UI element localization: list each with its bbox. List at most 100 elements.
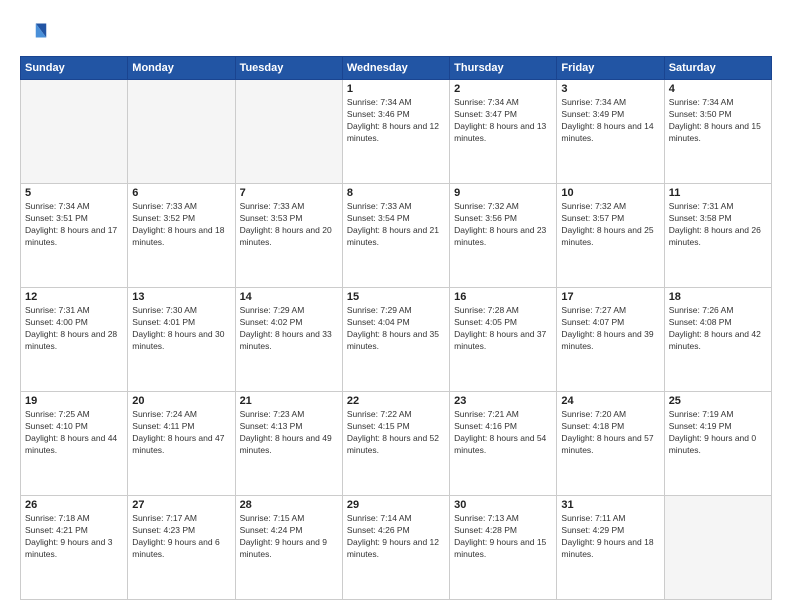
weekday-header-thursday: Thursday: [450, 57, 557, 80]
day-cell-2: 2Sunrise: 7:34 AMSunset: 3:47 PMDaylight…: [450, 80, 557, 184]
day-info: Sunrise: 7:13 AMSunset: 4:28 PMDaylight:…: [454, 513, 552, 561]
day-info: Sunrise: 7:27 AMSunset: 4:07 PMDaylight:…: [561, 305, 659, 353]
day-info: Sunrise: 7:24 AMSunset: 4:11 PMDaylight:…: [132, 409, 230, 457]
day-cell-28: 28 Sunrise: 7:15 AMSunset: 4:24 PMDayligh…: [235, 496, 342, 600]
day-info: Sunrise: 7:34 AMSunset: 3:49 PMDaylight:…: [561, 97, 659, 145]
day-info: Sunrise: 7:34 AMSunset: 3:47 PMDaylight:…: [454, 97, 552, 145]
day-number: 15: [347, 291, 445, 303]
day-cell-12: 12 Sunrise: 7:31 AMSunset: 4:00 PMDayligh…: [21, 288, 128, 392]
day-cell-empty: [235, 80, 342, 184]
day-number: 20: [132, 395, 230, 407]
calendar-table: SundayMondayTuesdayWednesdayThursdayFrid…: [20, 56, 772, 600]
day-number: 29: [347, 499, 445, 511]
day-number: 3: [561, 83, 659, 95]
day-cell-15: 15 Sunrise: 7:29 AMSunset: 4:04 PMDayligh…: [342, 288, 449, 392]
day-number: 21: [240, 395, 338, 407]
day-info: Sunrise: 7:22 AMSunset: 4:15 PMDaylight:…: [347, 409, 445, 457]
day-cell-empty: [128, 80, 235, 184]
day-info: Sunrise: 7:17 AMSunset: 4:23 PMDaylight:…: [132, 513, 230, 561]
weekday-header-wednesday: Wednesday: [342, 57, 449, 80]
day-info: Sunrise: 7:15 AMSunset: 4:24 PMDaylight:…: [240, 513, 338, 561]
day-number: 23: [454, 395, 552, 407]
day-cell-19: 19 Sunrise: 7:25 AMSunset: 4:10 PMDayligh…: [21, 392, 128, 496]
weekday-header-saturday: Saturday: [664, 57, 771, 80]
week-row-4: 26 Sunrise: 7:18 AMSunset: 4:21 PMDayligh…: [21, 496, 772, 600]
day-number: 4: [669, 83, 767, 95]
week-row-0: 1 Sunrise: 7:34 AMSunset: 3:46 PMDaylight…: [21, 80, 772, 184]
day-info: Sunrise: 7:28 AMSunset: 4:05 PMDaylight:…: [454, 305, 552, 353]
day-info: Sunrise: 7:29 AMSunset: 4:04 PMDaylight:…: [347, 305, 445, 353]
day-info: Sunrise: 7:32 AMSunset: 3:57 PMDaylight:…: [561, 201, 659, 249]
day-number: 27: [132, 499, 230, 511]
day-cell-23: 23 Sunrise: 7:21 AMSunset: 4:16 PMDayligh…: [450, 392, 557, 496]
day-info: Sunrise: 7:34 AMSunset: 3:51 PMDaylight:…: [25, 201, 123, 249]
day-cell-17: 17 Sunrise: 7:27 AMSunset: 4:07 PMDayligh…: [557, 288, 664, 392]
day-info: Sunrise: 7:33 AMSunset: 3:54 PMDaylight:…: [347, 201, 445, 249]
weekday-header-tuesday: Tuesday: [235, 57, 342, 80]
day-number: 8: [347, 187, 445, 199]
day-number: 17: [561, 291, 659, 303]
logo: [20, 20, 52, 48]
day-number: 5: [25, 187, 123, 199]
day-number: 31: [561, 499, 659, 511]
day-info: Sunrise: 7:34 AMSunset: 3:46 PMDaylight:…: [347, 97, 445, 145]
header: [20, 16, 772, 48]
day-cell-30: 30 Sunrise: 7:13 AMSunset: 4:28 PMDayligh…: [450, 496, 557, 600]
day-cell-31: 31 Sunrise: 7:11 AMSunset: 4:29 PMDayligh…: [557, 496, 664, 600]
day-number: 1: [347, 83, 445, 95]
day-number: 24: [561, 395, 659, 407]
page: SundayMondayTuesdayWednesdayThursdayFrid…: [0, 0, 792, 612]
day-info: Sunrise: 7:25 AMSunset: 4:10 PMDaylight:…: [25, 409, 123, 457]
weekday-header-sunday: Sunday: [21, 57, 128, 80]
day-info: Sunrise: 7:18 AMSunset: 4:21 PMDaylight:…: [25, 513, 123, 561]
day-info: Sunrise: 7:20 AMSunset: 4:18 PMDaylight:…: [561, 409, 659, 457]
logo-icon: [20, 20, 48, 48]
day-number: 11: [669, 187, 767, 199]
day-cell-6: 6Sunrise: 7:33 AMSunset: 3:52 PMDaylight…: [128, 184, 235, 288]
day-number: 9: [454, 187, 552, 199]
day-number: 22: [347, 395, 445, 407]
day-cell-13: 13 Sunrise: 7:30 AMSunset: 4:01 PMDayligh…: [128, 288, 235, 392]
day-cell-empty: [21, 80, 128, 184]
day-cell-21: 21Sunrise: 7:23 AMSunset: 4:13 PMDayligh…: [235, 392, 342, 496]
day-number: 19: [25, 395, 123, 407]
day-number: 7: [240, 187, 338, 199]
day-cell-24: 24 Sunrise: 7:20 AMSunset: 4:18 PMDayligh…: [557, 392, 664, 496]
day-number: 30: [454, 499, 552, 511]
day-cell-8: 8 Sunrise: 7:33 AMSunset: 3:54 PMDaylight…: [342, 184, 449, 288]
day-cell-20: 20 Sunrise: 7:24 AMSunset: 4:11 PMDayligh…: [128, 392, 235, 496]
day-info: Sunrise: 7:33 AMSunset: 3:53 PMDaylight:…: [240, 201, 338, 249]
day-number: 26: [25, 499, 123, 511]
day-info: Sunrise: 7:14 AMSunset: 4:26 PMDaylight:…: [347, 513, 445, 561]
week-row-2: 12 Sunrise: 7:31 AMSunset: 4:00 PMDayligh…: [21, 288, 772, 392]
day-info: Sunrise: 7:34 AMSunset: 3:50 PMDaylight:…: [669, 97, 767, 145]
day-cell-4: 4 Sunrise: 7:34 AMSunset: 3:50 PMDaylight…: [664, 80, 771, 184]
day-info: Sunrise: 7:11 AMSunset: 4:29 PMDaylight:…: [561, 513, 659, 561]
day-cell-26: 26 Sunrise: 7:18 AMSunset: 4:21 PMDayligh…: [21, 496, 128, 600]
weekday-header-friday: Friday: [557, 57, 664, 80]
day-info: Sunrise: 7:33 AMSunset: 3:52 PMDaylight:…: [132, 201, 230, 249]
weekday-header-monday: Monday: [128, 57, 235, 80]
day-number: 12: [25, 291, 123, 303]
day-number: 13: [132, 291, 230, 303]
day-cell-27: 27 Sunrise: 7:17 AMSunset: 4:23 PMDayligh…: [128, 496, 235, 600]
day-cell-16: 16Sunrise: 7:28 AMSunset: 4:05 PMDayligh…: [450, 288, 557, 392]
day-cell-14: 14Sunrise: 7:29 AMSunset: 4:02 PMDayligh…: [235, 288, 342, 392]
day-info: Sunrise: 7:21 AMSunset: 4:16 PMDaylight:…: [454, 409, 552, 457]
day-cell-7: 7 Sunrise: 7:33 AMSunset: 3:53 PMDaylight…: [235, 184, 342, 288]
day-info: Sunrise: 7:31 AMSunset: 4:00 PMDaylight:…: [25, 305, 123, 353]
day-number: 10: [561, 187, 659, 199]
day-cell-29: 29 Sunrise: 7:14 AMSunset: 4:26 PMDayligh…: [342, 496, 449, 600]
week-row-1: 5 Sunrise: 7:34 AMSunset: 3:51 PMDaylight…: [21, 184, 772, 288]
day-info: Sunrise: 7:29 AMSunset: 4:02 PMDaylight:…: [240, 305, 338, 353]
day-info: Sunrise: 7:30 AMSunset: 4:01 PMDaylight:…: [132, 305, 230, 353]
weekday-header-row: SundayMondayTuesdayWednesdayThursdayFrid…: [21, 57, 772, 80]
day-cell-22: 22 Sunrise: 7:22 AMSunset: 4:15 PMDayligh…: [342, 392, 449, 496]
day-info: Sunrise: 7:31 AMSunset: 3:58 PMDaylight:…: [669, 201, 767, 249]
day-cell-11: 11 Sunrise: 7:31 AMSunset: 3:58 PMDayligh…: [664, 184, 771, 288]
day-number: 25: [669, 395, 767, 407]
day-cell-empty: [664, 496, 771, 600]
day-info: Sunrise: 7:26 AMSunset: 4:08 PMDaylight:…: [669, 305, 767, 353]
day-number: 28: [240, 499, 338, 511]
day-cell-25: 25Sunrise: 7:19 AMSunset: 4:19 PMDayligh…: [664, 392, 771, 496]
